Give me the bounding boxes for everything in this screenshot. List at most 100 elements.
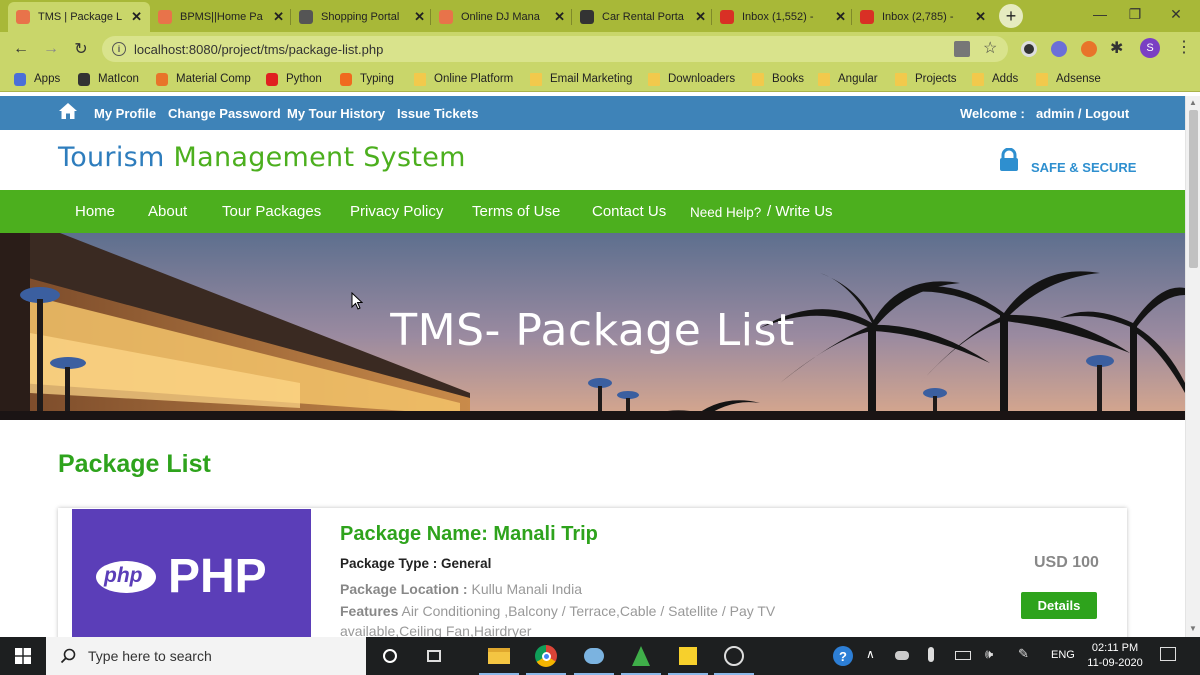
help-icon[interactable]: ? [831, 644, 855, 668]
browser-toolbar: ← → ↻ i localhost:8080/project/tms/packa… [0, 32, 1200, 66]
tab-close-icon[interactable]: ✕ [131, 9, 142, 25]
package-name: Package Name: Manali Trip [340, 523, 598, 545]
start-button[interactable] [0, 637, 46, 675]
reload-button[interactable]: ↻ [70, 38, 92, 60]
change-password-link[interactable]: Change Password [168, 106, 281, 121]
browser-tab[interactable]: Car Rental Porta ✕ [572, 2, 714, 32]
maximize-button[interactable]: ❐ [1115, 0, 1155, 28]
scroll-down-icon[interactable]: ▼ [1189, 624, 1197, 633]
bookmark-label: Python [286, 73, 322, 85]
bookmark-label: Apps [34, 73, 61, 85]
bookmark-item[interactable]: Projects [895, 71, 957, 87]
forward-button[interactable]: → [40, 38, 62, 60]
need-help-label: Need Help? [690, 205, 762, 220]
page-banner: TMS- Package List [0, 233, 1185, 420]
extension-icon[interactable] [1081, 41, 1097, 57]
details-button[interactable]: Details [1021, 592, 1097, 619]
page-scrollbar[interactable]: ▲ ▼ [1185, 96, 1200, 637]
folder-icon [895, 72, 907, 86]
apps-grid-icon [14, 72, 26, 86]
extension-icon[interactable] [1051, 41, 1067, 57]
file-explorer-icon[interactable] [479, 644, 519, 675]
scroll-thumb[interactable] [1189, 110, 1198, 268]
chrome-icon[interactable] [526, 644, 566, 675]
site-info-icon[interactable]: i [112, 42, 126, 56]
bookmark-item[interactable]: Online Platform [414, 71, 513, 87]
nav-terms-of-use[interactable]: Terms of Use [472, 203, 560, 220]
package-image[interactable]: php PHP [72, 509, 311, 637]
scroll-up-icon[interactable]: ▲ [1189, 98, 1197, 107]
browser-tab[interactable]: Inbox (1,552) - ✕ [712, 2, 854, 32]
app-icon[interactable] [621, 644, 661, 675]
home-icon[interactable] [58, 102, 78, 120]
system-clock[interactable]: 02:11 PM 11-09-2020 [1085, 641, 1145, 671]
logout-link[interactable]: admin / Logout [1036, 106, 1129, 121]
notifications-icon[interactable] [1160, 647, 1176, 661]
bookmark-item[interactable]: Adsense [1036, 71, 1101, 87]
profile-avatar[interactable]: S [1140, 38, 1160, 58]
browser-tab[interactable]: Online DJ Mana ✕ [431, 2, 573, 32]
bookmark-label: Material Comp [176, 73, 251, 85]
php-logo-text: php [104, 564, 143, 587]
menu-dots-icon[interactable]: ⋮ [1176, 37, 1192, 57]
bookmark-item[interactable]: MatIcon [78, 71, 139, 87]
browser-tab[interactable]: TMS | Package L ✕ [8, 2, 150, 32]
bookmark-label: Projects [915, 73, 957, 85]
battery-icon[interactable] [955, 651, 971, 660]
issue-tickets-link[interactable]: Issue Tickets [397, 106, 478, 121]
bookmark-item[interactable]: Email Marketing [530, 71, 632, 87]
typing-icon [340, 72, 352, 86]
tab-close-icon[interactable]: ✕ [975, 9, 986, 25]
volume-icon[interactable]: 🕪 [985, 646, 993, 662]
site-logo-text[interactable]: Tourism Management System [58, 142, 466, 173]
tab-close-icon[interactable]: ✕ [695, 9, 706, 25]
tab-close-icon[interactable]: ✕ [273, 9, 284, 25]
tab-close-icon[interactable]: ✕ [554, 9, 565, 25]
tab-close-icon[interactable]: ✕ [414, 9, 425, 25]
write-us-link[interactable]: / Write Us [767, 203, 833, 220]
browser-tab[interactable]: Inbox (2,785) - ✕ [852, 2, 994, 32]
tray-expand-icon[interactable]: ∧ [866, 647, 875, 661]
tab-close-icon[interactable]: ✕ [835, 9, 846, 25]
nav-home[interactable]: Home [75, 203, 115, 220]
app-icon[interactable] [574, 644, 614, 675]
my-profile-link[interactable]: My Profile [94, 106, 156, 121]
taskbar-search[interactable]: Type here to search [46, 637, 366, 675]
tab-title: Inbox (2,785) - [882, 11, 954, 23]
pen-icon[interactable]: ✎ [1018, 646, 1029, 662]
extension-icon[interactable] [1021, 41, 1037, 57]
nav-about[interactable]: About [148, 203, 187, 220]
search-icon [60, 648, 76, 664]
tray-app-icon[interactable] [895, 651, 909, 660]
bookmark-item[interactable]: Adds [972, 71, 1018, 87]
nav-contact-us[interactable]: Contact Us [592, 203, 666, 220]
bookmark-item[interactable]: Python [266, 71, 322, 87]
sticky-notes-icon[interactable] [668, 644, 708, 675]
bookmark-item[interactable]: Apps [14, 71, 60, 87]
close-window-button[interactable]: ✕ [1156, 0, 1196, 28]
bookmark-label: Typing [360, 73, 394, 85]
bookmark-item[interactable]: Angular [818, 71, 878, 87]
address-bar[interactable]: i localhost:8080/project/tms/package-lis… [102, 36, 1008, 62]
obs-icon[interactable] [714, 644, 754, 675]
nav-tour-packages[interactable]: Tour Packages [222, 203, 321, 220]
browser-tab[interactable]: Shopping Portal ✕ [291, 2, 433, 32]
task-view-icon[interactable] [422, 644, 446, 668]
cortana-icon[interactable] [378, 644, 402, 668]
back-button[interactable]: ← [10, 38, 32, 60]
bookmark-star-icon[interactable]: ☆ [983, 38, 997, 58]
translate-icon[interactable] [954, 41, 970, 57]
bookmark-item[interactable]: Typing [340, 71, 394, 87]
bookmark-item[interactable]: Books [752, 71, 804, 87]
bookmark-item[interactable]: Downloaders [648, 71, 735, 87]
language-indicator[interactable]: ENG [1051, 649, 1075, 661]
browser-tab[interactable]: BPMS||Home Pa ✕ [150, 2, 292, 32]
tab-favicon-icon [299, 10, 313, 24]
extensions-puzzle-icon[interactable]: ✱ [1110, 38, 1123, 58]
tour-history-link[interactable]: My Tour History [287, 106, 385, 121]
microphone-icon[interactable] [928, 647, 934, 662]
minimize-button[interactable]: — [1080, 0, 1120, 28]
bookmark-item[interactable]: Material Comp [156, 71, 251, 87]
new-tab-button[interactable]: + [999, 4, 1023, 28]
nav-privacy-policy[interactable]: Privacy Policy [350, 203, 443, 220]
